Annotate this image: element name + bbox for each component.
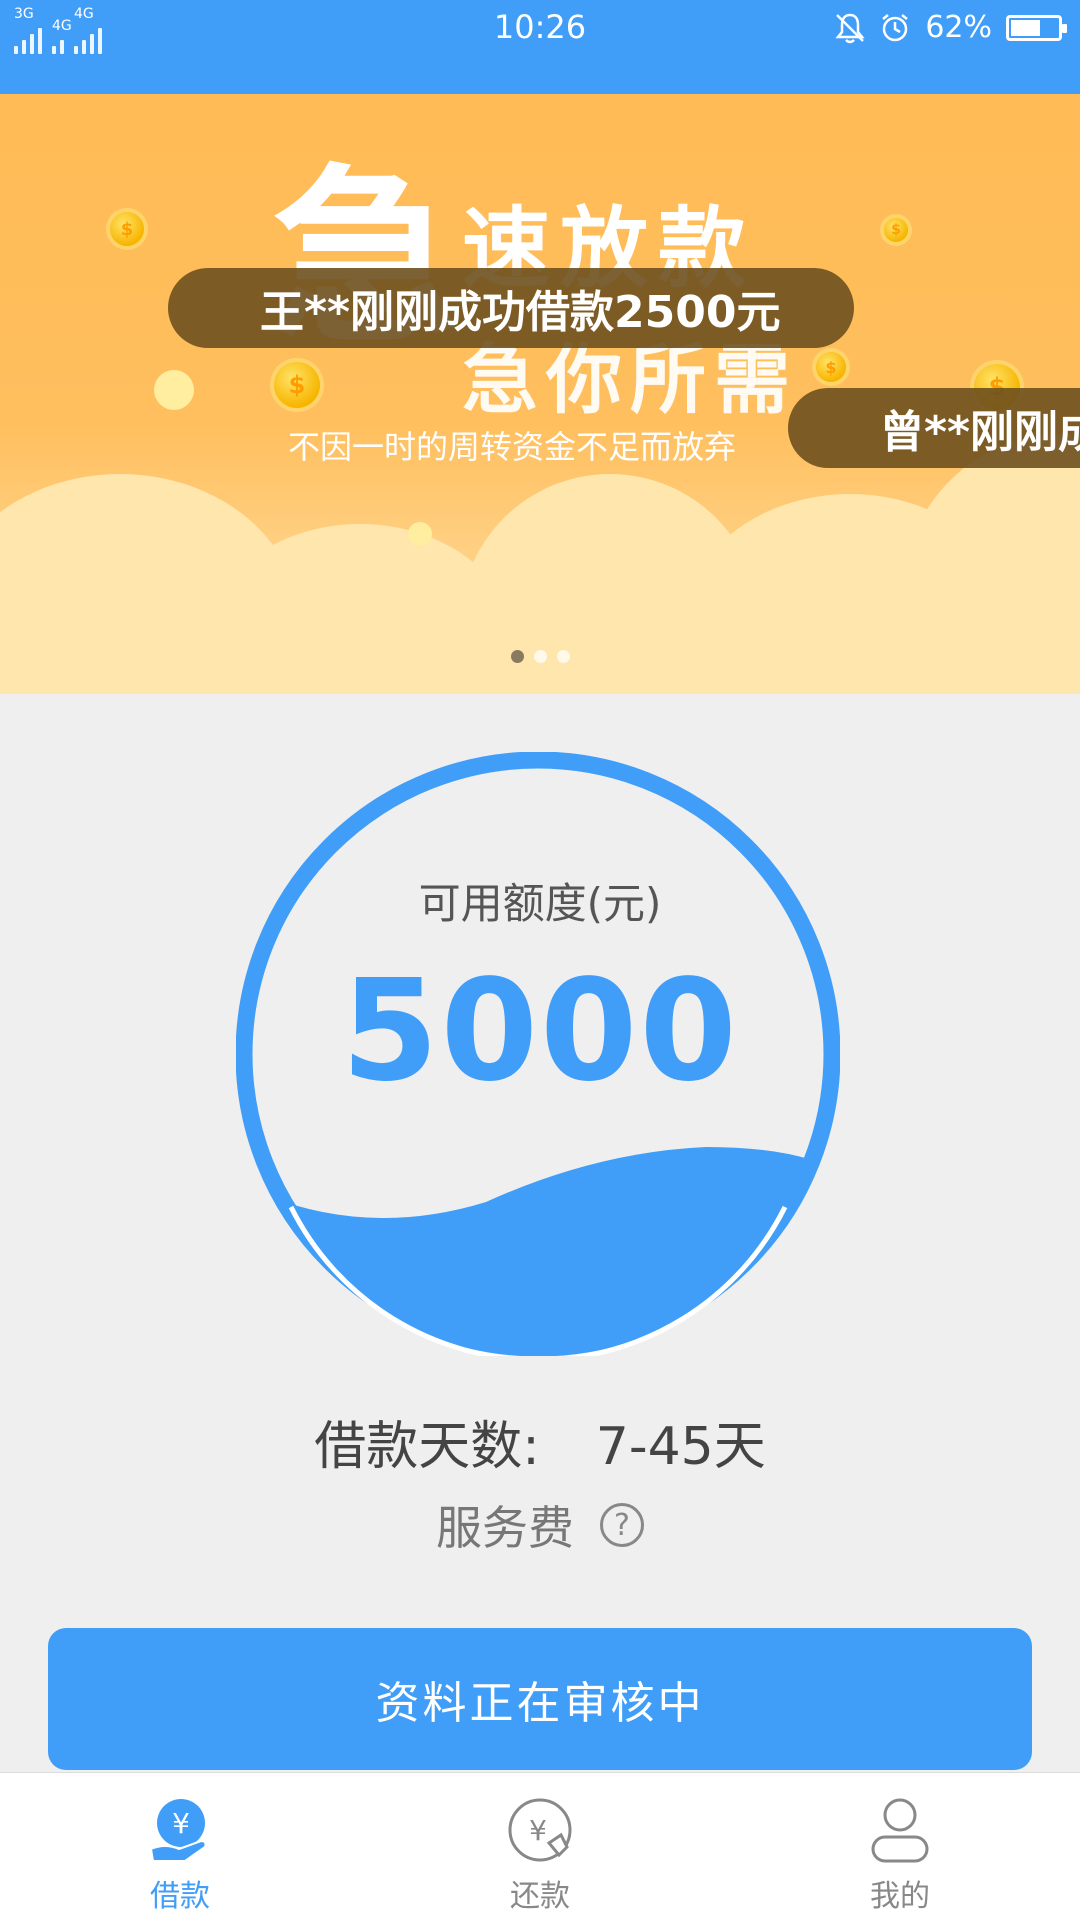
nav-item-mine[interactable]: 我的 <box>720 1773 1080 1920</box>
battery-level <box>1011 19 1040 36</box>
alarm-icon <box>882 13 909 41</box>
loan-ticker: 王**刚刚成功借款2500元 <box>168 268 854 348</box>
status-right: 62% <box>835 10 1067 45</box>
yen-hand-icon: ¥ <box>149 1799 207 1862</box>
help-icon[interactable]: ? <box>600 1503 644 1547</box>
nav-label-mine: 我的 <box>870 1879 930 1914</box>
status-bar: 3G 4G 4G 10:26 62% <box>0 0 1080 94</box>
battery-percent: 62% <box>925 10 992 45</box>
review-status-button[interactable]: 资料正在审核中 <box>48 1628 1032 1770</box>
loan-days-value: 7-45天 <box>595 1417 766 1477</box>
yen-return-icon: ¥ <box>508 1798 572 1862</box>
pager-dot[interactable] <box>533 650 547 663</box>
credit-label: 可用额度(元) <box>418 879 662 928</box>
pager-dot[interactable] <box>556 650 570 663</box>
coin-icon <box>816 352 846 382</box>
loan-days-label: 借款天数: <box>314 1417 540 1477</box>
banner-pager <box>0 650 1080 663</box>
coin-icon <box>110 212 144 246</box>
nav-label-repay: 还款 <box>510 1879 570 1914</box>
service-fee-row: 服务费 ? <box>0 1492 1080 1558</box>
nav-label-borrow: 借款 <box>150 1879 210 1914</box>
loan-ticker: 曾**刚刚成 <box>788 388 1080 468</box>
service-fee-label: 服务费 <box>436 1501 574 1555</box>
user-icon <box>871 1798 929 1863</box>
promo-banner[interactable]: 急 速放款 急你所需 不因一时的周转资金不足而放弃 王**刚刚成功借款2500元… <box>0 94 1080 694</box>
bottom-nav: ¥ 借款 ¥ 还款 我的 <box>0 1772 1080 1920</box>
bell-off-icon <box>835 13 865 43</box>
battery-icon <box>1006 14 1067 41</box>
svg-text:¥: ¥ <box>172 1807 190 1840</box>
coin-icon <box>884 218 908 242</box>
nav-item-repay[interactable]: ¥ 还款 <box>360 1773 720 1920</box>
pager-dot[interactable] <box>510 650 524 663</box>
credit-amount: 5000 <box>341 950 739 1113</box>
loan-days-row: 借款天数: 7-45天 <box>0 1404 1080 1479</box>
nav-item-borrow[interactable]: ¥ 借款 <box>0 1773 360 1920</box>
svg-text:¥: ¥ <box>529 1814 547 1847</box>
banner-description: 不因一时的周转资金不足而放弃 <box>288 428 737 466</box>
